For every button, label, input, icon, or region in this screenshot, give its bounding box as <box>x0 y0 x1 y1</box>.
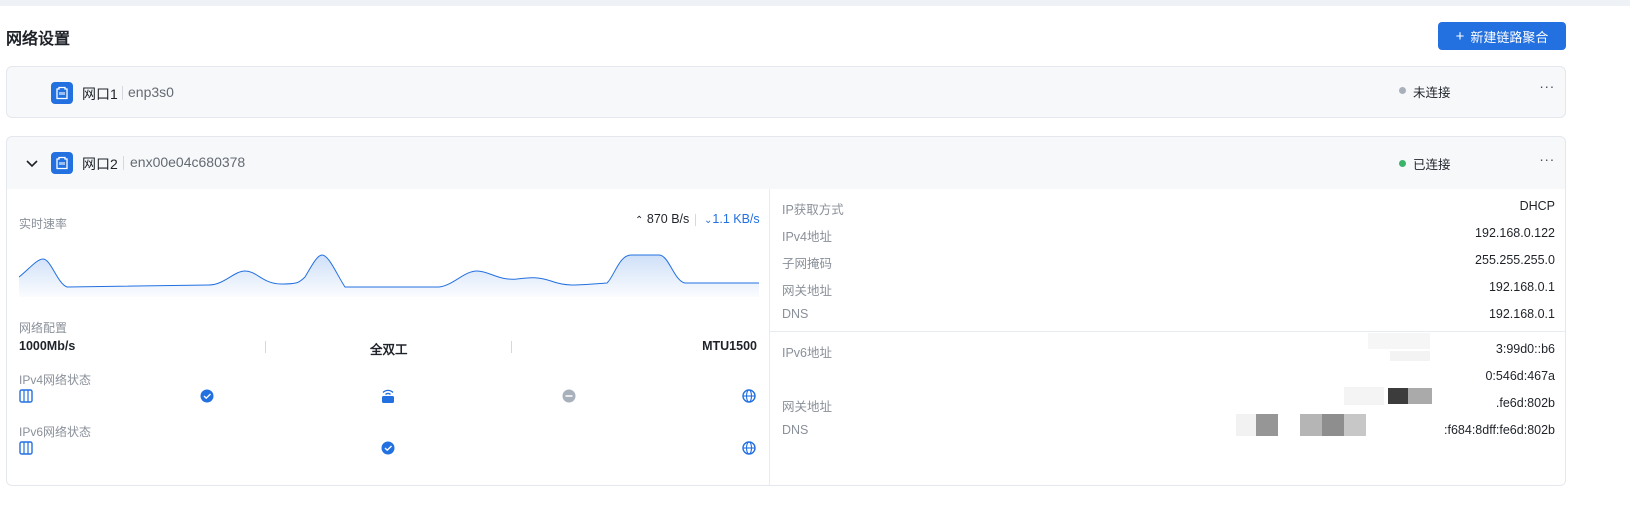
divider <box>122 86 123 100</box>
speed-chart <box>19 254 759 297</box>
globe-icon <box>742 389 756 403</box>
link-speed: 1000Mb/s <box>19 339 76 353</box>
redaction-mosaic <box>1408 388 1432 404</box>
arrow-up-icon: ⌃ <box>635 215 644 226</box>
download-speed-value: 1.1 KB/s <box>712 212 760 226</box>
redaction-mosaic <box>1322 414 1344 436</box>
check-circle-icon <box>381 441 395 455</box>
gateway-label: 网关地址 <box>782 284 833 298</box>
ethernet-port-icon <box>51 152 73 174</box>
redaction-mosaic <box>1344 387 1384 405</box>
status-text: 已连接 <box>1413 158 1451 172</box>
divider <box>511 341 512 353</box>
upload-speed-value: 870 B/s <box>646 212 690 226</box>
page-title: 网络设置 <box>6 31 71 48</box>
mtu: MTU1500 <box>702 339 757 353</box>
router-icon <box>382 389 394 403</box>
ipv6-address-value: 3:99d0::b6 <box>1495 342 1555 356</box>
divider <box>123 156 124 170</box>
divider <box>695 214 696 226</box>
ip-method-label: IP获取方式 <box>782 203 844 217</box>
port-card-1[interactable]: 网口1 enp3s0 未连接 ··· <box>6 66 1566 118</box>
port-device: enx00e04c680378 <box>130 154 246 170</box>
redaction-mosaic <box>1236 414 1256 436</box>
redaction-mosaic <box>1388 388 1408 404</box>
upload-speed: ⌃ 870 B/s <box>635 212 689 226</box>
ip-info-pane: IP获取方式 DHCP IPv4地址 192.168.0.122 子网掩码 25… <box>769 189 1565 485</box>
ipv6-gateway-value: .fe6d:802b <box>1495 396 1555 410</box>
status-dot <box>1399 160 1406 167</box>
left-pane: 实时速率 ⌃ 870 B/s ⌄1.1 KB/s 网络配置 1000Mb/s 全… <box>7 189 769 485</box>
port-card-header[interactable]: 网口2 enx00e04c680378 已连接 ··· <box>7 137 1565 189</box>
minus-circle-icon <box>562 389 576 403</box>
dns-label: DNS <box>782 307 809 321</box>
divider <box>770 331 1565 332</box>
redaction-mosaic <box>1368 333 1430 349</box>
more-icon[interactable]: ··· <box>1535 151 1559 173</box>
more-icon[interactable]: ··· <box>1535 78 1559 100</box>
globe-icon <box>742 441 756 455</box>
port-card-header[interactable]: 网口1 enp3s0 未连接 ··· <box>7 67 1565 119</box>
ipv6-dns-value: :f684:8dff:fe6d:802b <box>1444 423 1555 437</box>
port-name: 网口2 <box>82 156 118 172</box>
redaction-mosaic <box>1256 414 1278 436</box>
ipv6-dns-label: DNS <box>782 423 809 437</box>
redaction-mosaic <box>1300 414 1322 436</box>
ipv6-address-extra-value: 0:546d:467a <box>1485 369 1555 383</box>
network-config-label: 网络配置 <box>19 321 68 335</box>
ipv4-address-label: IPv4地址 <box>782 230 833 244</box>
speed-area <box>19 255 759 297</box>
port-card-2[interactable]: 网口2 enx00e04c680378 已连接 ··· 实时速率 ⌃ 870 B… <box>6 136 1566 486</box>
status-text: 未连接 <box>1413 86 1451 100</box>
port-device: enp3s0 <box>128 84 174 100</box>
divider <box>265 341 266 353</box>
new-link-aggregation-label: 新建链路聚合 <box>1470 29 1549 45</box>
subnet-mask-value: 255.255.255.0 <box>1475 253 1555 267</box>
top-strip <box>0 0 1630 6</box>
computer-icon <box>19 389 33 403</box>
port-details: 实时速率 ⌃ 870 B/s ⌄1.1 KB/s 网络配置 1000Mb/s 全… <box>7 189 1565 485</box>
ipv6-gateway-label: 网关地址 <box>782 400 833 414</box>
port-name: 网口1 <box>82 86 118 102</box>
new-link-aggregation-button[interactable]: + 新建链路聚合 <box>1438 22 1566 50</box>
ipv4-status-bar <box>19 389 756 403</box>
computer-icon <box>19 441 33 455</box>
realtime-speed-label: 实时速率 <box>19 217 68 231</box>
plus-icon: + <box>1455 27 1465 45</box>
check-circle-icon <box>200 389 214 403</box>
duplex-mode: 全双工 <box>370 343 408 357</box>
ipv6-status-bar <box>19 441 756 455</box>
status-dot <box>1399 87 1406 94</box>
gateway-value: 192.168.0.1 <box>1488 280 1555 294</box>
download-speed: ⌄1.1 KB/s <box>704 212 760 226</box>
ipv4-address-value: 192.168.0.122 <box>1475 226 1555 240</box>
ethernet-port-icon <box>51 82 73 104</box>
ip-method-value: DHCP <box>1519 199 1555 213</box>
dns-value: 192.168.0.1 <box>1488 307 1555 321</box>
subnet-mask-label: 子网掩码 <box>782 257 833 271</box>
redaction-mosaic <box>1390 351 1430 361</box>
ipv6-address-label: IPv6地址 <box>782 346 833 360</box>
redaction-mosaic <box>1344 414 1366 436</box>
chevron-down-icon[interactable] <box>23 154 41 172</box>
